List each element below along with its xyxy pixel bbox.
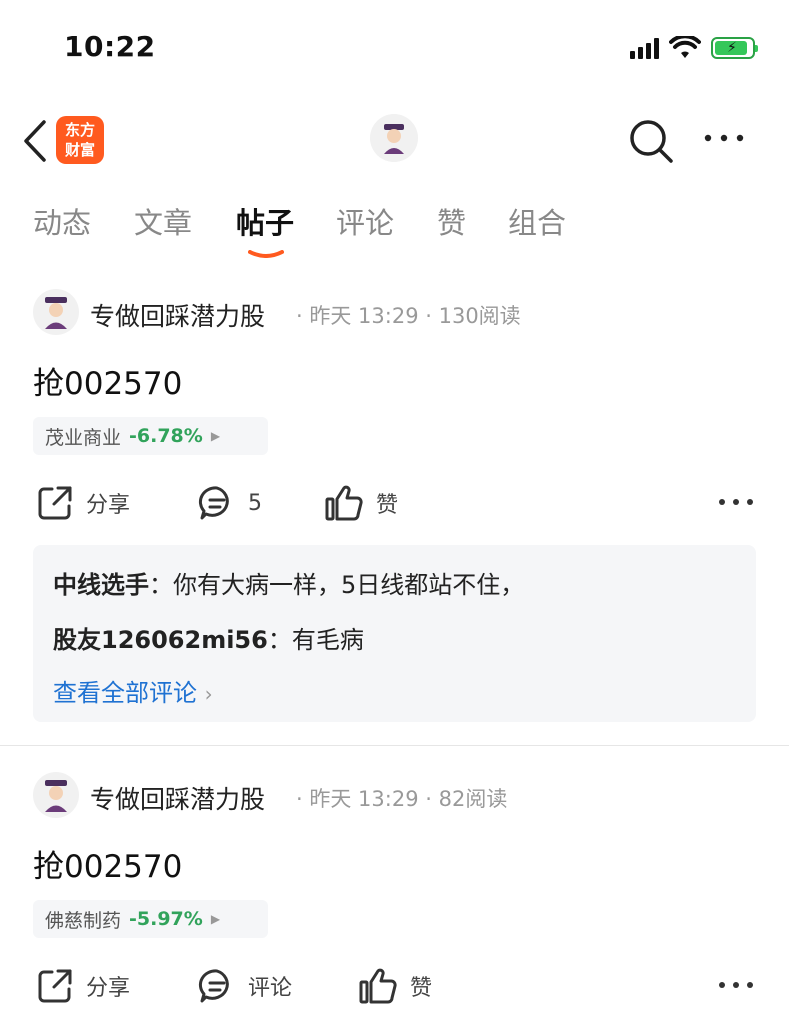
post-reads: 130阅读 [438, 304, 521, 328]
post-time: 昨天 13:29 [309, 787, 419, 811]
brand-logo: 东方 财富 [56, 116, 104, 164]
post-time: 昨天 13:29 [309, 304, 419, 328]
post-divider [0, 745, 789, 746]
comment-preview[interactable]: 中线选手：你有大病一样，5日线都站不住， 股友126062mi56：有毛病 查看… [33, 545, 756, 722]
stock-change: -6.78% [129, 425, 203, 447]
comment-button[interactable]: 5 [198, 484, 262, 522]
tab-dynamics[interactable]: 动态 [33, 200, 91, 242]
post-author[interactable]: 专做回踩潜力股 [90, 780, 265, 816]
battery-icon: ⚡ [711, 37, 758, 59]
share-label: 分享 [86, 976, 131, 1001]
thumbs-up-icon [325, 485, 363, 521]
post-reads: 82阅读 [438, 787, 508, 811]
view-all-label: 查看全部评论 [53, 679, 197, 707]
tab-bar: 动态 文章 帖子 评论 赞 组合 [0, 200, 789, 260]
tab-posts[interactable]: 帖子 [236, 200, 294, 242]
author-avatar[interactable] [33, 289, 79, 335]
stock-tag[interactable]: 茂业商业 -6.78% ▶ [33, 417, 268, 455]
brand-line2: 财富 [64, 141, 95, 159]
post-meta: · 昨天 13:29 · 82阅读 [296, 787, 508, 811]
signal-icon [630, 37, 659, 59]
like-label: 赞 [410, 976, 433, 1001]
post-more-icon[interactable] [716, 496, 756, 508]
back-icon[interactable] [18, 118, 58, 164]
more-icon[interactable] [702, 128, 746, 148]
chevron-right-icon: ▶ [210, 912, 221, 926]
avatar-icon [45, 297, 67, 329]
status-time: 10:22 [64, 30, 156, 63]
view-all-comments-link[interactable]: 查看全部评论 › [53, 673, 213, 708]
status-icons: ⚡ [630, 36, 758, 60]
comment-author[interactable]: 股友126062mi56 [53, 626, 268, 654]
post-more-icon[interactable] [716, 979, 756, 991]
wifi-icon [669, 36, 701, 58]
stock-tag[interactable]: 佛慈制药 -5.97% ▶ [33, 900, 268, 938]
stock-name: 茂业商业 [45, 426, 122, 449]
active-tab-indicator [248, 250, 284, 258]
like-button[interactable]: 赞 [358, 967, 432, 1005]
share-icon [38, 969, 72, 1003]
stock-name: 佛慈制药 [45, 909, 122, 932]
comment-author[interactable]: 中线选手 [53, 571, 149, 599]
like-button[interactable]: 赞 [324, 484, 398, 522]
avatar-icon [45, 780, 67, 812]
post-meta: · 昨天 13:29 · 130阅读 [296, 304, 521, 328]
avatar-icon [370, 114, 418, 162]
tab-likes[interactable]: 赞 [437, 200, 466, 242]
tab-portfolios[interactable]: 组合 [508, 200, 566, 242]
comment-icon [198, 969, 229, 1003]
share-button[interactable]: 分享 [36, 967, 130, 1005]
comment-count: 5 [248, 490, 262, 516]
brand-line1: 东方 [64, 121, 95, 139]
author-avatar[interactable] [33, 772, 79, 818]
share-icon [38, 486, 72, 520]
comment-icon [198, 486, 229, 520]
comment-item: 中线选手：你有大病一样，5日线都站不住， [53, 571, 525, 599]
thumbs-up-icon [359, 968, 397, 1004]
tab-comments[interactable]: 评论 [336, 200, 394, 242]
share-button[interactable]: 分享 [36, 484, 130, 522]
chevron-right-icon: ▶ [210, 429, 221, 443]
profile-avatar[interactable] [370, 114, 418, 162]
chevron-right-icon: › [204, 682, 213, 706]
post-author[interactable]: 专做回踩潜力股 [90, 297, 265, 333]
post-title[interactable]: 抢002570 [33, 841, 182, 886]
tab-articles[interactable]: 文章 [134, 200, 192, 242]
comment-button[interactable]: 评论 [198, 967, 292, 1005]
comment-text: 有毛病 [291, 626, 364, 654]
comment-text: 你有大病一样，5日线都站不住， [173, 571, 525, 599]
search-icon[interactable] [628, 118, 674, 164]
comment-item: 股友126062mi56：有毛病 [53, 626, 364, 654]
comment-label: 评论 [248, 976, 293, 1001]
like-label: 赞 [376, 493, 399, 518]
post-title[interactable]: 抢002570 [33, 358, 182, 403]
share-label: 分享 [86, 493, 131, 518]
stock-change: -5.97% [129, 908, 203, 930]
